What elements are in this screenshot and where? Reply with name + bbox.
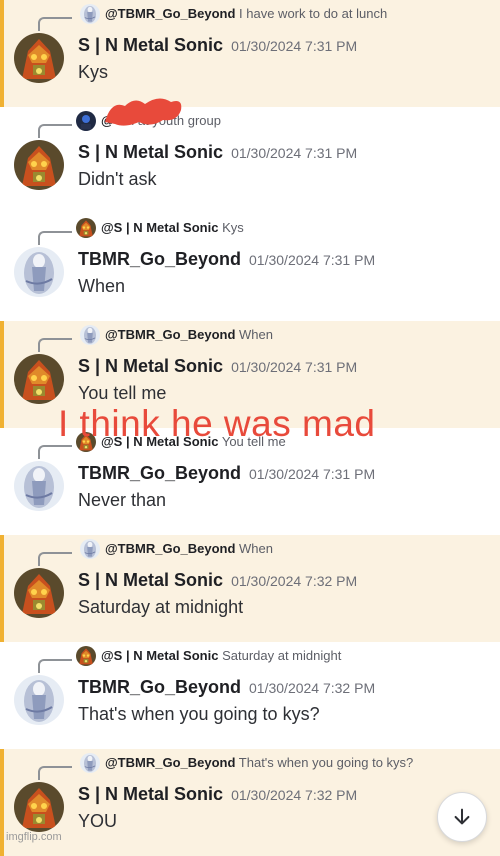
reply-preview[interactable]: @TBMR_Go_Beyond That's when you going to… [105, 755, 413, 770]
message-content: Kys [78, 62, 109, 82]
message-timestamp: 01/30/2024 7:32 PM [231, 573, 358, 589]
reply-author[interactable]: @TBMR_Go_Beyond [105, 327, 235, 342]
message-author[interactable]: S | N Metal Sonic [78, 570, 223, 590]
message-content: Never than [78, 490, 167, 510]
reply-author[interactable]: @S | N Metal Sonic [101, 220, 218, 235]
chat-message[interactable]: @TBMR_Go_Beyond When S | N Metal Sonic 01/… [0, 535, 500, 642]
message-author[interactable]: TBMR_Go_Beyond [78, 463, 241, 483]
reply-text: When [239, 327, 273, 342]
reply-avatar-icon [76, 111, 96, 131]
reply-spine [38, 231, 72, 245]
message-timestamp: 01/30/2024 7:31 PM [231, 145, 358, 161]
reply-preview[interactable]: @TBMR_Go_Beyond I have work to do at lun… [105, 6, 387, 21]
chat-message[interactable]: @S | N Metal Sonic Kys TBMR_Go_Beyond 01/3… [0, 214, 500, 321]
beyond-avatar-icon[interactable] [14, 675, 64, 725]
chat-message[interactable]: @TBMR_Go_Beyond I have work to do at lun… [0, 0, 500, 107]
message-timestamp: 01/30/2024 7:31 PM [231, 359, 358, 375]
beyond-avatar-icon[interactable] [14, 247, 64, 297]
message-content: That's when you going to kys? [78, 704, 320, 724]
beyond-avatar-icon[interactable] [14, 461, 64, 511]
metal-sonic-avatar-icon[interactable] [14, 33, 64, 83]
watermark: imgflip.com [6, 831, 62, 843]
metal-sonic-avatar-icon[interactable] [14, 140, 64, 190]
message-content: Didn't ask [78, 169, 157, 189]
message-author[interactable]: TBMR_Go_Beyond [78, 249, 241, 269]
reply-text: When [239, 541, 273, 556]
redaction-scribble [101, 92, 187, 130]
reply-avatar-icon [80, 753, 100, 773]
reply-spine [38, 445, 72, 459]
reply-author[interactable]: @S | N Metal Sonic [101, 648, 218, 663]
reply-author[interactable]: @TBMR_Go_Beyond [105, 6, 235, 21]
message-author[interactable]: S | N Metal Sonic [78, 35, 223, 55]
jump-to-present-button[interactable] [437, 792, 487, 842]
message-author[interactable]: TBMR_Go_Beyond [78, 677, 241, 697]
message-timestamp: 01/30/2024 7:32 PM [231, 787, 358, 803]
reply-spine [38, 17, 72, 31]
metal-sonic-avatar-icon[interactable] [14, 354, 64, 404]
reply-preview[interactable]: @S | N Metal Sonic Saturday at midnight [101, 648, 341, 663]
metal-sonic-avatar-icon[interactable] [14, 782, 64, 832]
chat-message[interactable]: @TBMR_Go_Beyond That's when you going to… [0, 749, 500, 856]
reply-spine [38, 766, 72, 780]
overlay-caption: I think he was mad [58, 403, 376, 444]
reply-author[interactable]: @TBMR_Go_Beyond [105, 755, 235, 770]
reply-author[interactable]: @TBMR_Go_Beyond [105, 541, 235, 556]
reply-spine [38, 659, 72, 673]
metal-sonic-avatar-icon[interactable] [14, 568, 64, 618]
reply-spine [38, 124, 72, 138]
reply-spine [38, 338, 72, 352]
reply-text: That's when you going to kys? [238, 755, 414, 770]
message-content: Saturday at midnight [78, 597, 244, 617]
message-timestamp: 01/30/2024 7:31 PM [249, 466, 376, 482]
reply-preview[interactable]: @S | N Metal Sonic Kys [101, 220, 244, 235]
reply-avatar-icon [80, 4, 100, 24]
reply-preview[interactable]: @TBMR_Go_Beyond When [105, 327, 273, 342]
message-content: You tell me [78, 383, 167, 403]
reply-preview[interactable]: @TBMR_Go_Beyond When [105, 541, 273, 556]
message-content: When [78, 276, 126, 296]
message-timestamp: 01/30/2024 7:32 PM [249, 680, 376, 696]
message-author[interactable]: S | N Metal Sonic [78, 784, 223, 804]
reply-text: I have work to do at lunch [239, 6, 388, 21]
reply-text: Saturday at midnight [222, 648, 342, 663]
reply-avatar-icon [76, 646, 96, 666]
message-author[interactable]: S | N Metal Sonic [78, 142, 223, 162]
message-timestamp: 01/30/2024 7:31 PM [249, 252, 376, 268]
reply-avatar-icon [80, 539, 100, 559]
reply-spine [38, 552, 72, 566]
reply-avatar-icon [80, 325, 100, 345]
message-content: YOU [78, 811, 118, 831]
message-timestamp: 01/30/2024 7:31 PM [231, 38, 358, 54]
message-author[interactable]: S | N Metal Sonic [78, 356, 223, 376]
arrow-down-icon [454, 808, 470, 825]
reply-avatar-icon [76, 218, 96, 238]
chat-message[interactable]: @S | N Metal Sonic Saturday at midnight T… [0, 642, 500, 749]
reply-text: Kys [222, 220, 244, 235]
chat-message[interactable]: @ I'm at youth groupS | N Metal Sonic01/… [0, 107, 500, 214]
